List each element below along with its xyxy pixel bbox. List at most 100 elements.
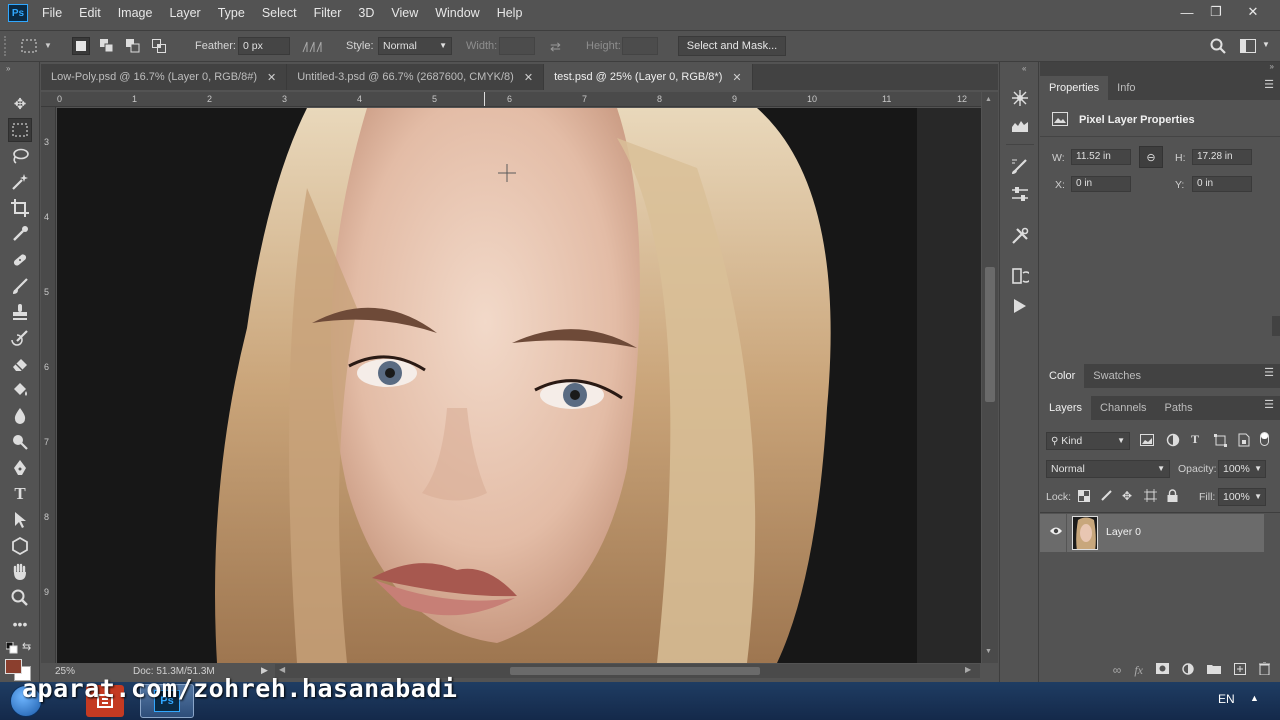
tab-test[interactable]: test.psd @ 25% (Layer 0, RGB/8*) ✕ xyxy=(544,64,753,90)
scroll-right-icon[interactable]: ▶ xyxy=(965,665,971,674)
intersect-selection-icon[interactable] xyxy=(150,37,168,55)
tab-layers[interactable]: Layers xyxy=(1040,396,1092,420)
height-input[interactable] xyxy=(622,37,658,55)
filter-pixel-icon[interactable] xyxy=(1140,434,1154,449)
height-field[interactable]: 17.28 in xyxy=(1192,149,1252,165)
close-tab-icon[interactable]: ✕ xyxy=(732,71,741,84)
preset-chevron-icon[interactable]: ▼ xyxy=(44,41,52,50)
tab-properties[interactable]: Properties xyxy=(1040,76,1109,100)
vertical-scroll-thumb[interactable] xyxy=(985,267,995,402)
blend-mode-select[interactable]: Normal ▼ xyxy=(1046,460,1170,478)
width-field[interactable]: 11.52 in xyxy=(1071,149,1131,165)
menu-file[interactable]: File xyxy=(42,6,62,20)
scroll-up-icon[interactable]: ▲ xyxy=(985,96,992,103)
tab-swatches[interactable]: Swatches xyxy=(1084,364,1150,388)
width-input[interactable] xyxy=(499,37,535,55)
filter-adjustment-icon[interactable] xyxy=(1166,433,1180,450)
brush-tool-icon[interactable] xyxy=(8,274,32,298)
panel-menu-icon[interactable]: ☰ xyxy=(1264,368,1274,379)
menu-edit[interactable]: Edit xyxy=(79,6,101,20)
shape-tool-icon[interactable] xyxy=(8,534,32,558)
lock-position-icon[interactable]: ✥ xyxy=(1122,489,1132,503)
fill-input[interactable]: 100% ▼ xyxy=(1218,488,1266,506)
link-dimensions-icon[interactable]: ⊖ xyxy=(1139,146,1163,168)
dodge-tool-icon[interactable] xyxy=(8,430,32,454)
new-adjustment-icon[interactable] xyxy=(1182,662,1194,678)
filter-smart-object-icon[interactable] xyxy=(1238,433,1250,450)
panel-menu-icon[interactable]: ☰ xyxy=(1264,80,1274,91)
zoom-tool-icon[interactable] xyxy=(8,586,32,610)
default-colors-icon[interactable] xyxy=(5,641,18,657)
histogram-icon[interactable] xyxy=(1008,114,1032,138)
type-tool-icon[interactable]: T xyxy=(8,482,32,506)
collapse-dock-icon[interactable]: « xyxy=(1022,64,1026,73)
visibility-eye-icon[interactable] xyxy=(1049,526,1063,539)
lock-all-icon[interactable] xyxy=(1167,489,1178,505)
lock-image-icon[interactable] xyxy=(1100,489,1113,505)
blur-tool-icon[interactable] xyxy=(8,404,32,428)
lock-transparent-icon[interactable] xyxy=(1078,490,1090,505)
menu-3d[interactable]: 3D xyxy=(358,6,374,20)
horizontal-scroll-thumb[interactable] xyxy=(510,667,760,675)
history-brush-tool-icon[interactable] xyxy=(8,326,32,350)
scroll-down-icon[interactable]: ▼ xyxy=(985,648,992,655)
rectangular-marquee-tool-icon[interactable] xyxy=(8,118,32,142)
opacity-input[interactable]: 100% ▼ xyxy=(1218,460,1266,478)
subtract-selection-icon[interactable] xyxy=(124,37,142,55)
panel-menu-icon[interactable]: ☰ xyxy=(1264,400,1274,411)
layer-filter-select[interactable]: ⚲ Kind ▼ xyxy=(1046,432,1130,450)
brush-presets-icon[interactable] xyxy=(1008,154,1032,178)
tab-color[interactable]: Color xyxy=(1040,364,1085,388)
lock-artboard-icon[interactable] xyxy=(1144,489,1157,505)
properties-scrollbar[interactable] xyxy=(1272,316,1280,336)
hand-tool-icon[interactable] xyxy=(8,560,32,584)
tab-channels[interactable]: Channels xyxy=(1091,396,1155,420)
swap-dimensions-icon[interactable]: ⇄ xyxy=(550,39,561,55)
tab-untitled-3[interactable]: Untitled-3.psd @ 66.7% (2687600, CMYK/8)… xyxy=(287,64,545,90)
document-canvas[interactable] xyxy=(57,108,981,663)
collapse-tools-icon[interactable]: » xyxy=(6,64,10,73)
menu-select[interactable]: Select xyxy=(262,6,297,20)
layer-style-icon[interactable]: fx xyxy=(1134,663,1143,678)
y-field[interactable]: 0 in xyxy=(1192,176,1252,192)
horizontal-ruler[interactable]: 0 1 2 3 4 5 6 7 8 9 10 11 12 xyxy=(41,92,981,107)
menu-image[interactable]: Image xyxy=(118,6,153,20)
layer-name[interactable]: Layer 0 xyxy=(1106,526,1141,538)
vertical-ruler[interactable]: 3 4 5 6 7 8 9 xyxy=(41,107,56,663)
style-select[interactable]: Normal ▼ xyxy=(378,37,452,55)
collapse-panels-icon[interactable]: » xyxy=(1270,62,1274,71)
select-and-mask-button[interactable]: Select and Mask... xyxy=(678,36,786,56)
paint-bucket-tool-icon[interactable] xyxy=(8,378,32,402)
filter-toggle[interactable] xyxy=(1260,432,1269,446)
tab-low-poly[interactable]: Low-Poly.psd @ 16.7% (Layer 0, RGB/8#) ✕ xyxy=(41,64,288,90)
x-field[interactable]: 0 in xyxy=(1071,176,1131,192)
marquee-preset-icon[interactable] xyxy=(20,37,38,55)
tool-presets-icon[interactable] xyxy=(1008,224,1032,248)
actions-play-icon[interactable] xyxy=(1008,294,1032,318)
3d-icon[interactable] xyxy=(1008,86,1032,110)
path-selection-tool-icon[interactable] xyxy=(8,508,32,532)
filter-shape-icon[interactable] xyxy=(1214,434,1227,450)
search-icon[interactable] xyxy=(1210,38,1226,57)
workspace-icon[interactable] xyxy=(1240,39,1256,56)
menu-window[interactable]: Window xyxy=(435,6,479,20)
menu-layer[interactable]: Layer xyxy=(169,6,200,20)
new-group-icon[interactable] xyxy=(1207,663,1221,677)
adjustments-icon[interactable] xyxy=(1008,182,1032,206)
quick-selection-tool-icon[interactable] xyxy=(8,170,32,194)
language-indicator[interactable]: EN xyxy=(1218,692,1235,706)
history-icon[interactable] xyxy=(1008,264,1032,288)
menu-filter[interactable]: Filter xyxy=(314,6,342,20)
healing-brush-tool-icon[interactable] xyxy=(8,248,32,272)
move-tool-icon[interactable]: ✥ xyxy=(8,92,32,116)
crop-tool-icon[interactable] xyxy=(8,196,32,220)
menu-help[interactable]: Help xyxy=(497,6,523,20)
minimize-button[interactable]: — xyxy=(1172,2,1202,22)
eyedropper-tool-icon[interactable] xyxy=(8,222,32,246)
clone-stamp-tool-icon[interactable] xyxy=(8,300,32,324)
workspace-chevron-icon[interactable]: ▼ xyxy=(1262,40,1270,49)
new-selection-icon[interactable] xyxy=(72,37,90,55)
link-layers-icon[interactable]: ∞ xyxy=(1113,663,1122,677)
feather-input[interactable]: 0 px xyxy=(238,37,290,55)
pen-tool-icon[interactable] xyxy=(8,456,32,480)
